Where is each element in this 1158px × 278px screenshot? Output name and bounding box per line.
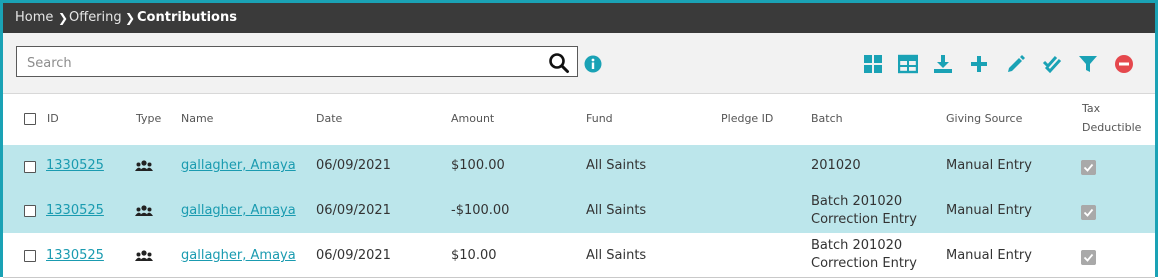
fund-cell: All Saints [586, 248, 647, 263]
add-icon[interactable] [969, 54, 989, 74]
contribution-id-link[interactable]: 1330525 [46, 247, 104, 265]
giving-source-cell: Manual Entry [946, 203, 1032, 218]
batch-cell: Batch 201020 [811, 194, 903, 209]
column-name[interactable]: Name [181, 111, 213, 127]
row-checkbox[interactable] [24, 250, 36, 262]
edit-icon[interactable] [1006, 54, 1026, 74]
amount-cell: $100.00 [451, 158, 505, 173]
breadcrumb-home[interactable]: Home [15, 10, 53, 26]
group-icon [135, 250, 153, 261]
select-all-checkbox[interactable] [24, 113, 36, 125]
donor-name-link[interactable]: gallagher, Amaya [181, 157, 296, 175]
column-batch[interactable]: Batch [811, 111, 843, 127]
batch-cell: Batch 201020 [811, 238, 903, 253]
column-amount[interactable]: Amount [451, 111, 494, 127]
column-pledge-id[interactable]: Pledge ID [721, 111, 773, 127]
search-input[interactable] [25, 53, 539, 73]
batch-note-cell: Correction Entry [811, 256, 917, 271]
tax-deductible-checkbox [1081, 205, 1096, 220]
table-row[interactable]: 1330525 gallagher, Amaya 06/09/2021 -$10… [3, 189, 1155, 234]
info-icon[interactable] [584, 55, 602, 73]
chevron-right-icon: ❯ [58, 11, 69, 25]
table-row[interactable]: 1330525 gallagher, Amaya 06/09/2021 $10.… [3, 233, 1155, 278]
column-fund[interactable]: Fund [586, 111, 613, 127]
row-checkbox[interactable] [24, 161, 36, 173]
tax-deductible-checkbox [1081, 160, 1096, 175]
donor-name-link[interactable]: gallagher, Amaya [181, 247, 296, 265]
breadcrumb-current: Contributions [137, 10, 237, 25]
column-tax-line2[interactable]: Deductible [1082, 120, 1141, 136]
remove-icon[interactable] [1114, 54, 1134, 74]
donor-name-link[interactable]: gallagher, Amaya [181, 202, 296, 220]
table-header: ID Type Name Date Amount Fund Pledge ID … [3, 94, 1155, 146]
download-icon[interactable] [933, 54, 953, 74]
giving-source-cell: Manual Entry [946, 158, 1032, 173]
date-cell: 06/09/2021 [316, 158, 391, 173]
breadcrumb: Home ❯ Offering ❯ Contributions [3, 3, 1155, 33]
amount-cell: -$100.00 [451, 203, 510, 218]
tax-deductible-checkbox [1081, 250, 1096, 265]
amount-cell: $10.00 [451, 248, 497, 263]
approve-icon[interactable] [1042, 54, 1062, 74]
column-giving-source[interactable]: Giving Source [946, 111, 1022, 127]
grid-view-icon[interactable] [863, 54, 883, 74]
batch-cell: 201020 [811, 158, 861, 173]
column-id[interactable]: ID [47, 111, 59, 127]
fund-cell: All Saints [586, 203, 647, 218]
group-icon [135, 160, 153, 171]
date-cell: 06/09/2021 [316, 248, 391, 263]
contribution-id-link[interactable]: 1330525 [46, 202, 104, 220]
table-row[interactable]: 1330525 gallagher, Amaya 06/09/2021 $100… [3, 145, 1155, 190]
date-cell: 06/09/2021 [316, 203, 391, 218]
batch-note-cell: Correction Entry [811, 212, 917, 227]
row-checkbox[interactable] [24, 205, 36, 217]
search-icon[interactable] [548, 52, 570, 74]
filter-icon[interactable] [1078, 54, 1098, 74]
column-tax-line1[interactable]: Tax [1082, 101, 1100, 117]
contributions-panel: Home ❯ Offering ❯ Contributions Search I… [0, 0, 1158, 278]
toolbar [3, 33, 1155, 94]
chevron-right-icon: ❯ [125, 11, 136, 25]
fund-cell: All Saints [586, 158, 647, 173]
column-type[interactable]: Type [136, 111, 161, 127]
table-view-icon[interactable] [898, 54, 918, 74]
column-date[interactable]: Date [316, 111, 342, 127]
search-box [16, 46, 578, 77]
giving-source-cell: Manual Entry [946, 248, 1032, 263]
group-icon [135, 205, 153, 216]
contribution-id-link[interactable]: 1330525 [46, 157, 104, 175]
breadcrumb-offering[interactable]: Offering [69, 10, 122, 26]
